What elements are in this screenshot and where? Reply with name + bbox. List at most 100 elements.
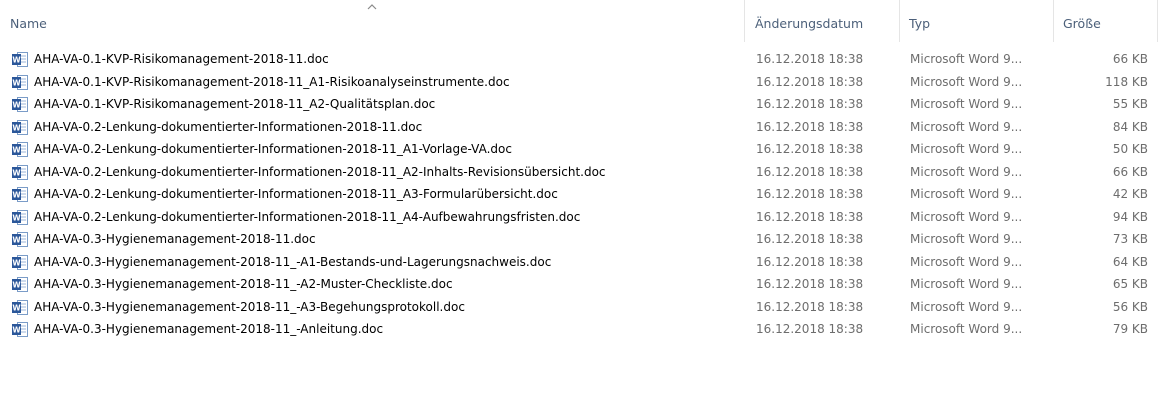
file-type: Microsoft Word 9... — [910, 209, 1023, 224]
column-header-size[interactable]: Größe — [1055, 0, 1155, 42]
column-divider[interactable] — [899, 0, 900, 42]
file-name: AHA-VA-0.3-Hygienemanagement-2018-11_-An… — [34, 322, 384, 336]
file-size: 66 KB — [1112, 52, 1148, 66]
file-row[interactable]: W AHA-VA-0.2-Lenkung-dokumentierter-Info… — [0, 161, 1161, 184]
file-type: Microsoft Word 9... — [910, 97, 1023, 111]
file-size: 66 KB — [1112, 164, 1148, 179]
word-document-icon: W — [12, 232, 28, 247]
column-header-type[interactable]: Typ — [901, 0, 1053, 42]
file-size: 94 KB — [1112, 209, 1148, 224]
file-row[interactable]: W AHA-VA-0.2-Lenkung-dokumentierter-Info… — [0, 183, 1161, 206]
file-row[interactable]: W AHA-VA-0.3-Hygienemanagement-2018-11_-… — [0, 251, 1161, 274]
file-type: Microsoft Word 9... — [910, 299, 1023, 314]
file-row[interactable]: W AHA-VA-0.1-KVP-Risikomanagement-2018-1… — [0, 93, 1161, 116]
word-document-icon: W — [12, 322, 28, 337]
file-size: 118 KB — [1105, 74, 1148, 89]
file-name: AHA-VA-0.2-Lenkung-dokumentierter-Inform… — [34, 187, 558, 201]
svg-text:W: W — [12, 258, 21, 267]
file-size: 84 KB — [1112, 119, 1148, 134]
column-divider[interactable] — [744, 0, 745, 42]
word-document-icon: W — [12, 164, 28, 180]
column-header-bar: Name Änderungsdatum Typ Größe — [0, 0, 1161, 42]
svg-text:W: W — [12, 326, 21, 335]
file-modified-date: 16.12.2018 18:38 — [756, 322, 864, 336]
file-row[interactable]: W AHA-VA-0.2-Lenkung-dokumentierter-Info… — [0, 116, 1161, 139]
file-type: Microsoft Word 9... — [910, 322, 1023, 336]
svg-text:W: W — [12, 146, 21, 155]
word-document-icon: W — [12, 142, 28, 157]
file-size: 65 KB — [1112, 277, 1148, 291]
file-size: 50 KB — [1112, 142, 1148, 156]
file-row[interactable]: W AHA-VA-0.1-KVP-Risikomanagement-2018-1… — [0, 48, 1161, 71]
file-size: 79 KB — [1112, 322, 1148, 336]
file-name: AHA-VA-0.3-Hygienemanagement-2018-11_-A2… — [34, 277, 453, 291]
file-name: AHA-VA-0.1-KVP-Risikomanagement-2018-11_… — [34, 74, 510, 89]
file-row[interactable]: W AHA-VA-0.1-KVP-Risikomanagement-2018-1… — [0, 71, 1161, 94]
file-modified-date: 16.12.2018 18:38 — [756, 97, 864, 111]
file-type: Microsoft Word 9... — [910, 232, 1023, 246]
word-document-icon: W — [12, 119, 28, 135]
file-modified-date: 16.12.2018 18:38 — [756, 164, 864, 179]
file-list: W AHA-VA-0.1-KVP-Risikomanagement-2018-1… — [0, 48, 1161, 341]
file-name: AHA-VA-0.3-Hygienemanagement-2018-11_-A1… — [34, 254, 552, 269]
file-modified-date: 16.12.2018 18:38 — [756, 52, 864, 66]
file-row[interactable]: W AHA-VA-0.2-Lenkung-dokumentierter-Info… — [0, 206, 1161, 229]
file-name: AHA-VA-0.2-Lenkung-dokumentierter-Inform… — [34, 142, 512, 156]
file-size: 55 KB — [1112, 97, 1148, 111]
file-name: AHA-VA-0.2-Lenkung-dokumentierter-Inform… — [34, 119, 423, 134]
word-document-icon: W — [12, 254, 28, 270]
file-modified-date: 16.12.2018 18:38 — [756, 209, 864, 224]
column-header-date[interactable]: Änderungsdatum — [747, 0, 899, 42]
file-type: Microsoft Word 9... — [910, 142, 1023, 156]
file-type: Microsoft Word 9... — [910, 74, 1023, 89]
column-header-name[interactable]: Name — [2, 0, 742, 42]
file-size: 73 KB — [1112, 232, 1148, 246]
file-type: Microsoft Word 9... — [910, 119, 1023, 134]
file-row[interactable]: W AHA-VA-0.2-Lenkung-dokumentierter-Info… — [0, 138, 1161, 161]
svg-text:W: W — [12, 56, 21, 65]
svg-text:W: W — [12, 78, 21, 87]
file-type: Microsoft Word 9... — [910, 164, 1023, 179]
file-name: AHA-VA-0.3-Hygienemanagement-2018-11.doc — [34, 232, 316, 246]
file-size: 64 KB — [1112, 254, 1148, 269]
file-size: 42 KB — [1112, 187, 1148, 201]
file-row[interactable]: W AHA-VA-0.3-Hygienemanagement-2018-11.d… — [0, 228, 1161, 251]
file-modified-date: 16.12.2018 18:38 — [756, 277, 864, 291]
file-type: Microsoft Word 9... — [910, 277, 1023, 291]
column-divider[interactable] — [1053, 0, 1054, 42]
file-row[interactable]: W AHA-VA-0.3-Hygienemanagement-2018-11_-… — [0, 296, 1161, 319]
file-type: Microsoft Word 9... — [910, 254, 1023, 269]
word-document-icon: W — [12, 277, 28, 292]
word-document-icon: W — [12, 74, 28, 90]
word-document-icon: W — [12, 209, 28, 225]
svg-text:W: W — [12, 236, 21, 245]
file-name: AHA-VA-0.2-Lenkung-dokumentierter-Inform… — [34, 164, 606, 179]
file-modified-date: 16.12.2018 18:38 — [756, 232, 864, 246]
file-modified-date: 16.12.2018 18:38 — [756, 299, 864, 314]
word-document-icon: W — [12, 97, 28, 112]
word-document-icon: W — [12, 299, 28, 315]
file-modified-date: 16.12.2018 18:38 — [756, 142, 864, 156]
svg-text:W: W — [12, 101, 21, 110]
svg-text:W: W — [12, 123, 21, 132]
file-size: 56 KB — [1112, 299, 1148, 314]
svg-text:W: W — [12, 303, 21, 312]
file-name: AHA-VA-0.1-KVP-Risikomanagement-2018-11_… — [34, 97, 436, 111]
file-modified-date: 16.12.2018 18:38 — [756, 119, 864, 134]
file-modified-date: 16.12.2018 18:38 — [756, 187, 864, 201]
svg-text:W: W — [12, 191, 21, 200]
file-name: AHA-VA-0.1-KVP-Risikomanagement-2018-11.… — [34, 52, 329, 66]
file-modified-date: 16.12.2018 18:38 — [756, 254, 864, 269]
column-divider[interactable] — [1157, 0, 1158, 42]
file-row[interactable]: W AHA-VA-0.3-Hygienemanagement-2018-11_-… — [0, 273, 1161, 296]
file-type: Microsoft Word 9... — [910, 187, 1023, 201]
file-row[interactable]: W AHA-VA-0.3-Hygienemanagement-2018-11_-… — [0, 318, 1161, 341]
word-document-icon: W — [12, 187, 28, 202]
file-name: AHA-VA-0.3-Hygienemanagement-2018-11_-A3… — [34, 299, 465, 314]
svg-text:W: W — [12, 213, 21, 222]
svg-text:W: W — [12, 168, 21, 177]
word-document-icon: W — [12, 52, 28, 67]
file-modified-date: 16.12.2018 18:38 — [756, 74, 864, 89]
file-type: Microsoft Word 9... — [910, 52, 1023, 66]
svg-text:W: W — [12, 281, 21, 290]
